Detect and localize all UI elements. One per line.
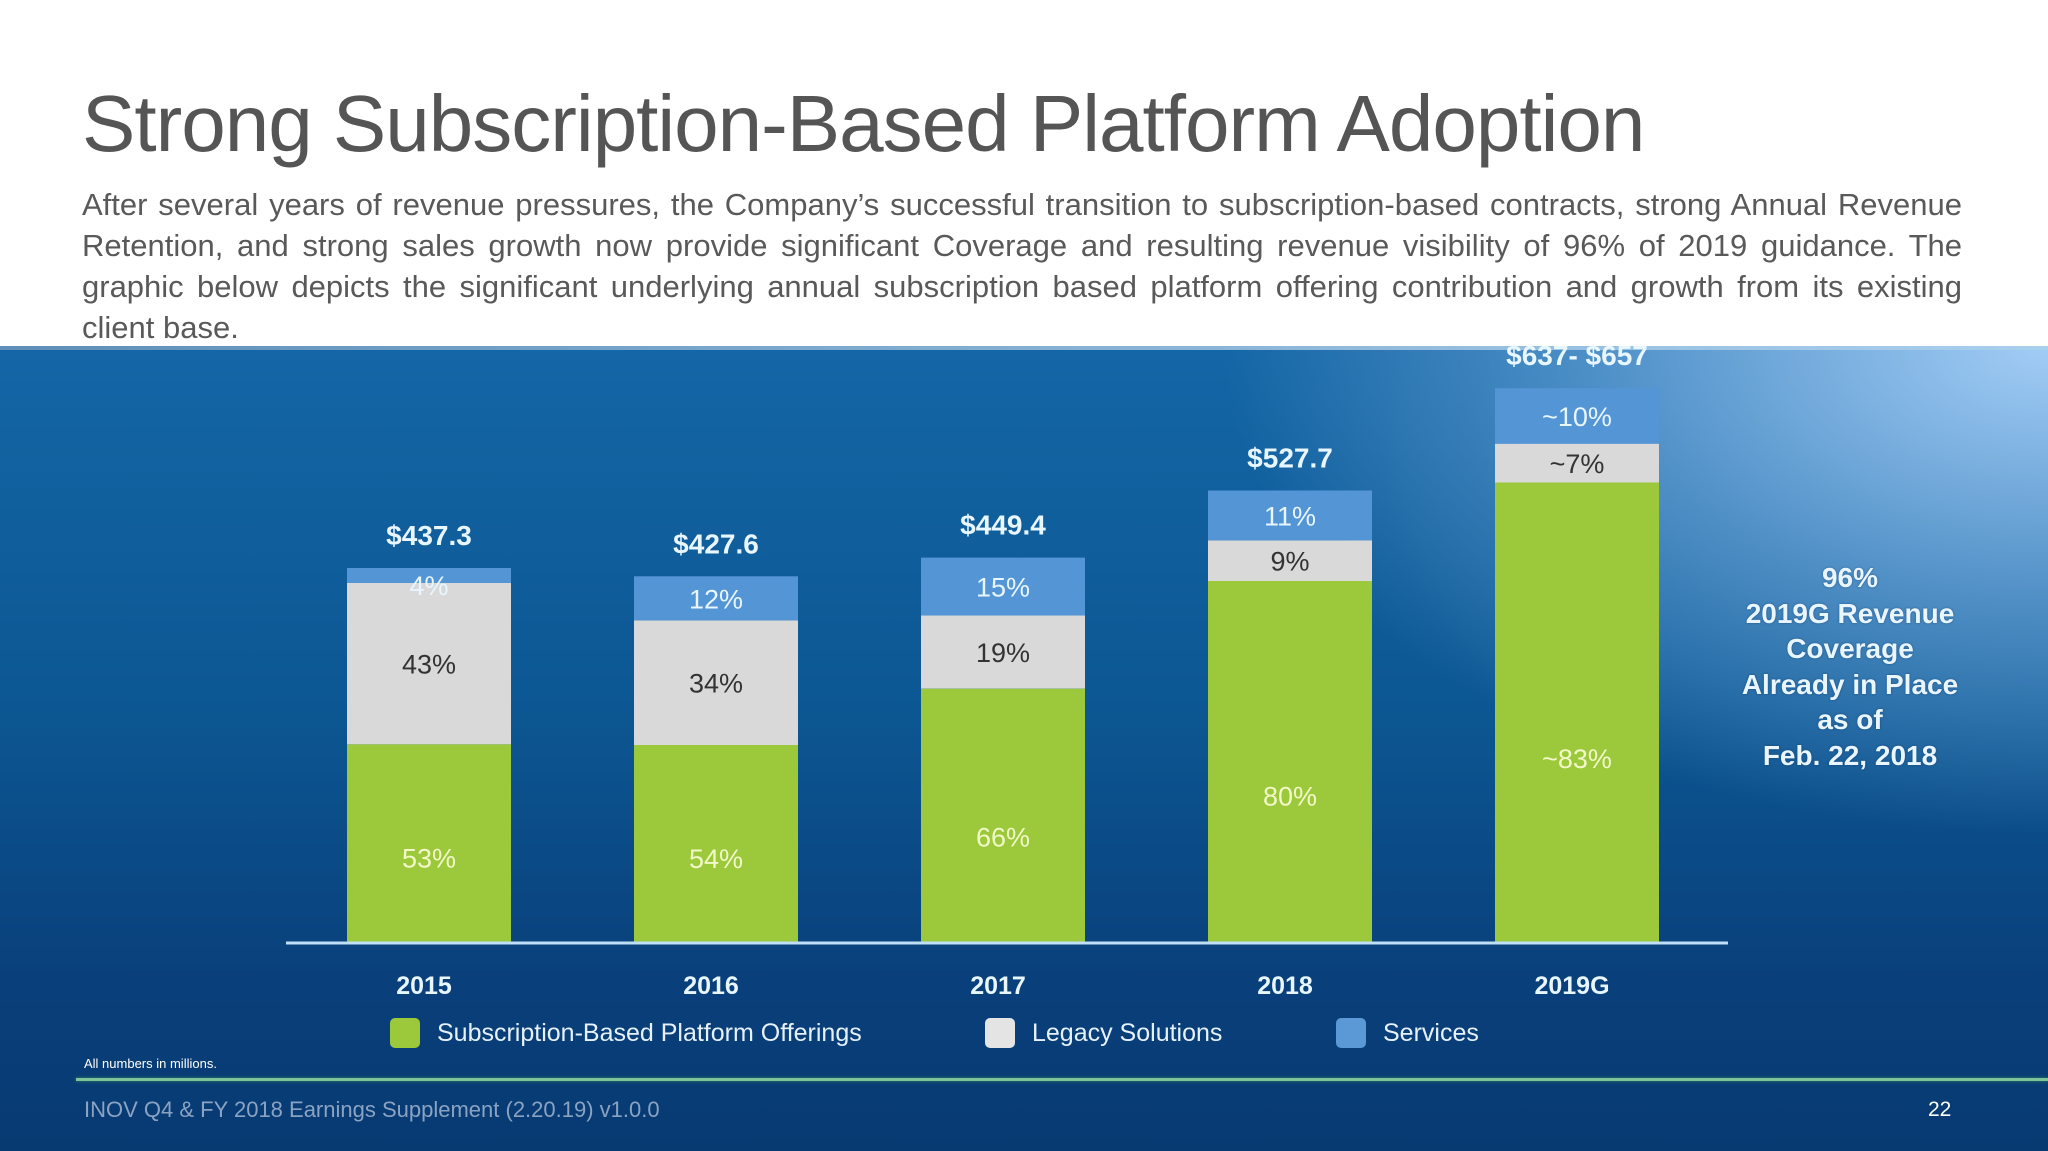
legend-swatch-services — [1336, 1018, 1366, 1048]
legend-label: Subscription-Based Platform Offerings — [437, 1018, 862, 1047]
total-label: $637- $657 — [1506, 340, 1648, 371]
segment-label-legacy: 34% — [689, 669, 743, 699]
segment-label-subscription: 80% — [1263, 781, 1317, 811]
legend-item-subscription: Subscription-Based Platform Offerings — [390, 1016, 862, 1050]
bar-segment-subscription-2019G — [1495, 482, 1659, 943]
segment-label-services: ~10% — [1542, 402, 1612, 432]
footer-divider — [76, 1078, 2048, 1081]
coverage-line: Already in Place — [1741, 668, 1959, 700]
total-label: $427.6 — [673, 528, 759, 559]
segment-label-services: 12% — [689, 584, 743, 614]
segment-label-services: 15% — [976, 573, 1030, 603]
coverage-line: 2019G Revenue — [1745, 597, 1955, 629]
bar-segment-subscription-2017 — [921, 688, 1085, 943]
segment-label-legacy: 43% — [402, 650, 456, 680]
coverage-line: Coverage — [1786, 633, 1914, 664]
coverage-percent: 96% — [1821, 562, 1879, 593]
legend-label: Services — [1383, 1018, 1479, 1047]
legend-swatch-legacy — [985, 1018, 1015, 1048]
page-number: 22 — [1928, 1098, 1952, 1121]
segment-label-subscription: ~83% — [1542, 744, 1612, 774]
legend-swatch-subscription — [390, 1018, 420, 1048]
footer-text: INOV Q4 & FY 2018 Earnings Supplement (2… — [84, 1097, 660, 1122]
x-tick-label: 2015 — [396, 972, 452, 1000]
x-tick-label: 2018 — [1257, 972, 1313, 1000]
x-tick-label: 2019G — [1534, 972, 1609, 1000]
bar-segment-subscription-2018 — [1208, 581, 1372, 943]
segment-label-services: 11% — [1264, 501, 1316, 531]
total-label: $527.7 — [1247, 443, 1333, 474]
x-tick-label: 2017 — [970, 972, 1026, 1000]
segment-label-subscription: 54% — [689, 844, 743, 874]
segment-label-legacy: 19% — [976, 638, 1030, 668]
legend-item-services: Services — [1336, 1016, 1479, 1050]
segment-label-subscription: 66% — [976, 822, 1030, 852]
total-label: $449.4 — [960, 510, 1046, 541]
legend-label: Legacy Solutions — [1032, 1018, 1223, 1047]
legend-item-legacy: Legacy Solutions — [985, 1016, 1222, 1050]
coverage-line: as of — [1817, 704, 1883, 735]
segment-label-legacy: 9% — [1270, 547, 1309, 577]
x-tick-label: 2016 — [683, 972, 739, 1000]
total-label: $437.3 — [386, 520, 472, 551]
coverage-date: Feb. 22, 2018 — [1762, 739, 1938, 771]
coverage-callout: 96% 2019G Revenue Coverage Already in Pl… — [1700, 560, 2000, 773]
segment-label-services: 4% — [409, 571, 448, 601]
segment-label-legacy: ~7% — [1550, 449, 1605, 479]
footnote: All numbers in millions. — [84, 1056, 217, 1071]
segment-label-subscription: 53% — [402, 844, 456, 874]
